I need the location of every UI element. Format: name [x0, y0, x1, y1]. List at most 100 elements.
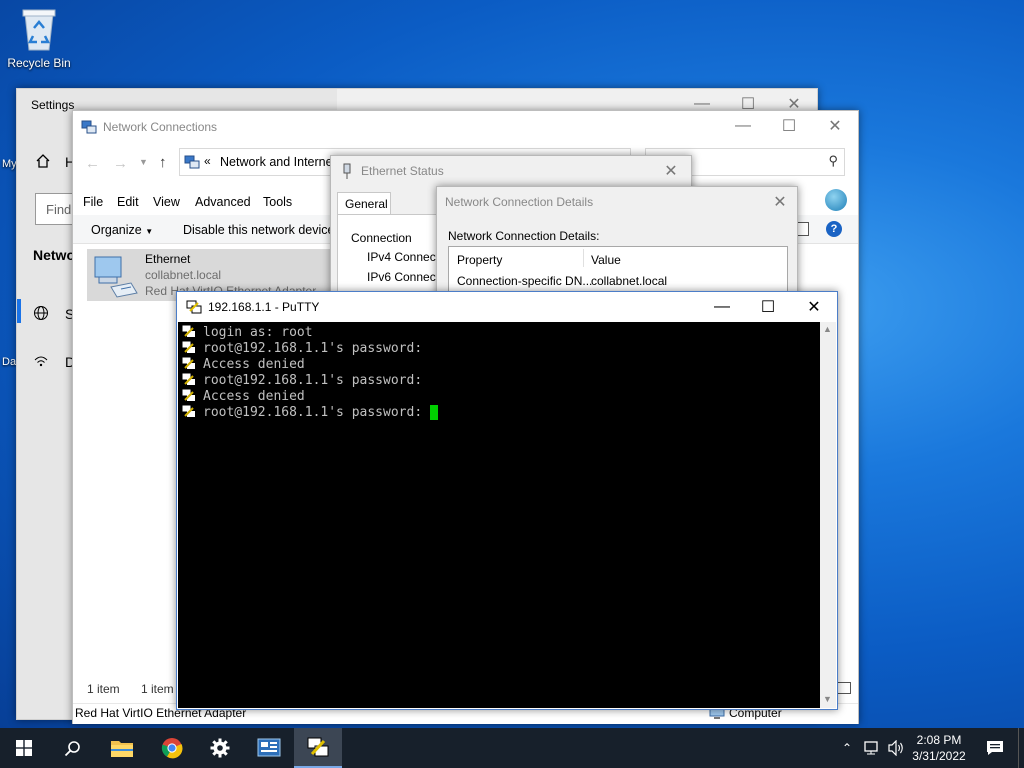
scroll-up-icon[interactable]: ▲: [823, 324, 832, 334]
help-icon[interactable]: ?: [826, 221, 842, 237]
clock[interactable]: 2:08 PM 3/31/2022: [908, 728, 970, 768]
terminal-line: Access denied: [182, 388, 305, 404]
search-button[interactable]: [48, 728, 96, 768]
volume-tray-icon[interactable]: [885, 728, 907, 768]
close-button[interactable]: ✕: [791, 292, 837, 322]
control-panel-icon: [184, 155, 200, 169]
edge-icon[interactable]: [825, 189, 847, 211]
terminal-line-text: root@192.168.1.1's password:: [203, 404, 430, 420]
clock-date: 3/31/2022: [912, 749, 966, 763]
terminal-line: login as: root: [182, 324, 313, 340]
recent-chevron-icon[interactable]: ▼: [139, 157, 148, 167]
terminal-line: root@192.168.1.1's password:: [182, 404, 438, 420]
chrome-button[interactable]: [148, 728, 196, 768]
speaker-icon: [888, 740, 903, 756]
scroll-down-icon[interactable]: ▼: [823, 694, 832, 704]
breadcrumb-overflow[interactable]: «: [204, 154, 211, 168]
selected-indicator: [17, 299, 21, 323]
column-divider: [583, 249, 584, 267]
network-connections-icon: [81, 120, 97, 134]
start-button[interactable]: [0, 728, 48, 768]
putty-line-icon: [182, 405, 196, 419]
menu-tools[interactable]: Tools: [263, 195, 292, 209]
putty-line-icon: [182, 389, 196, 403]
row-property: Connection-specific DN...: [457, 274, 593, 288]
desktop-edge-label: Da: [2, 356, 17, 368]
file-explorer-button[interactable]: [98, 728, 146, 768]
minimize-button[interactable]: —: [699, 292, 745, 322]
maximize-button[interactable]: ☐: [766, 111, 812, 141]
organize-button[interactable]: Organize ▼: [91, 223, 153, 237]
menu-advanced[interactable]: Advanced: [195, 195, 251, 209]
up-arrow-icon[interactable]: ↑: [159, 154, 167, 171]
status-item-count-selected: 1 item: [141, 682, 174, 696]
network-tray-icon[interactable]: [860, 728, 884, 768]
network-icon: [864, 741, 878, 755]
show-desktop-button[interactable]: [1018, 728, 1024, 768]
close-button[interactable]: ✕: [653, 156, 689, 186]
connection-label: Connection: [351, 231, 412, 245]
putty-line-icon: [182, 325, 196, 339]
recycle-bin-shortcut[interactable]: Recycle Bin: [4, 6, 74, 70]
terminal-line-text: login as: root: [203, 324, 313, 340]
terminal-scrollbar[interactable]: ▲ ▼: [820, 322, 836, 708]
file-explorer-icon: [111, 741, 133, 757]
tab-general[interactable]: General: [337, 192, 391, 215]
settings-section-title: Netwo: [33, 247, 75, 263]
terminal-line: root@192.168.1.1's password:: [182, 340, 422, 356]
start-icon: [16, 740, 32, 756]
putty-icon: [307, 737, 329, 757]
putty-taskbar-button[interactable]: [294, 728, 342, 768]
terminal-line: Access denied: [182, 356, 305, 372]
putty-icon: [186, 300, 202, 314]
maximize-button[interactable]: ☐: [745, 292, 791, 322]
minimize-button[interactable]: —: [720, 111, 766, 141]
dialup-icon: [34, 356, 48, 367]
settings-button[interactable]: [196, 728, 244, 768]
column-header-property[interactable]: Property: [457, 253, 502, 267]
recycle-bin-label: Recycle Bin: [7, 56, 71, 70]
network-connections-taskbar-button[interactable]: [245, 728, 293, 768]
terminal-cursor: [429, 404, 438, 420]
home-icon[interactable]: [35, 153, 51, 169]
terminal-line: root@192.168.1.1's password:: [182, 372, 422, 388]
menu-file[interactable]: File: [83, 195, 103, 209]
tab-general-label: General: [345, 197, 388, 211]
search-icon: ⚲: [828, 153, 838, 168]
action-center-button[interactable]: [978, 728, 1012, 768]
forward-arrow-icon[interactable]: →: [113, 155, 128, 172]
terminal[interactable]: login as: root root@192.168.1.1's passwo…: [178, 322, 820, 708]
details-title: Network Connection Details: [445, 195, 594, 209]
breadcrumb[interactable]: Network and Internet: [220, 155, 336, 169]
menu-view[interactable]: View: [153, 195, 180, 209]
taskbar: ⌃ 2:08 PM 3/31/2022: [0, 728, 1024, 768]
network-connections-title: Network Connections: [103, 120, 218, 134]
chevron-down-icon: ▼: [145, 227, 154, 236]
network-adapter-icon: [94, 256, 138, 298]
close-button[interactable]: ✕: [812, 111, 858, 141]
row-value: collabnet.local: [591, 274, 668, 288]
recycle-bin-icon: [22, 9, 56, 51]
terminal-line-text: root@192.168.1.1's password:: [203, 340, 423, 356]
putty-window[interactable]: 192.168.1.1 - PuTTY — ☐ ✕ login as: root…: [176, 291, 838, 710]
adapter-domain: collabnet.local: [145, 268, 222, 282]
show-hidden-icons-chevron-icon[interactable]: ⌃: [838, 728, 856, 768]
adapter-name: Ethernet: [145, 252, 191, 266]
column-header-value[interactable]: Value: [591, 253, 621, 267]
details-view-icon[interactable]: [837, 682, 851, 694]
ethernet-status-title: Ethernet Status: [361, 164, 444, 178]
settings-title: Settings: [31, 98, 75, 112]
terminal-line-text: Access denied: [203, 356, 305, 372]
close-button[interactable]: ✕: [763, 187, 797, 217]
terminal-line-text: Access denied: [203, 388, 305, 404]
chrome-icon: [161, 738, 183, 759]
back-arrow-icon[interactable]: ←: [85, 155, 100, 172]
network-connections-icon: [257, 738, 281, 757]
terminal-line-text: root@192.168.1.1's password:: [203, 372, 423, 388]
clock-time: 2:08 PM: [916, 733, 962, 747]
status-item-count: 1 item: [87, 682, 120, 696]
table-row[interactable]: Connection-specific DN... collabnet.loca…: [449, 271, 787, 291]
menu-edit[interactable]: Edit: [117, 195, 139, 209]
disable-device-button[interactable]: Disable this network device: [183, 223, 334, 237]
putty-line-icon: [182, 373, 196, 387]
